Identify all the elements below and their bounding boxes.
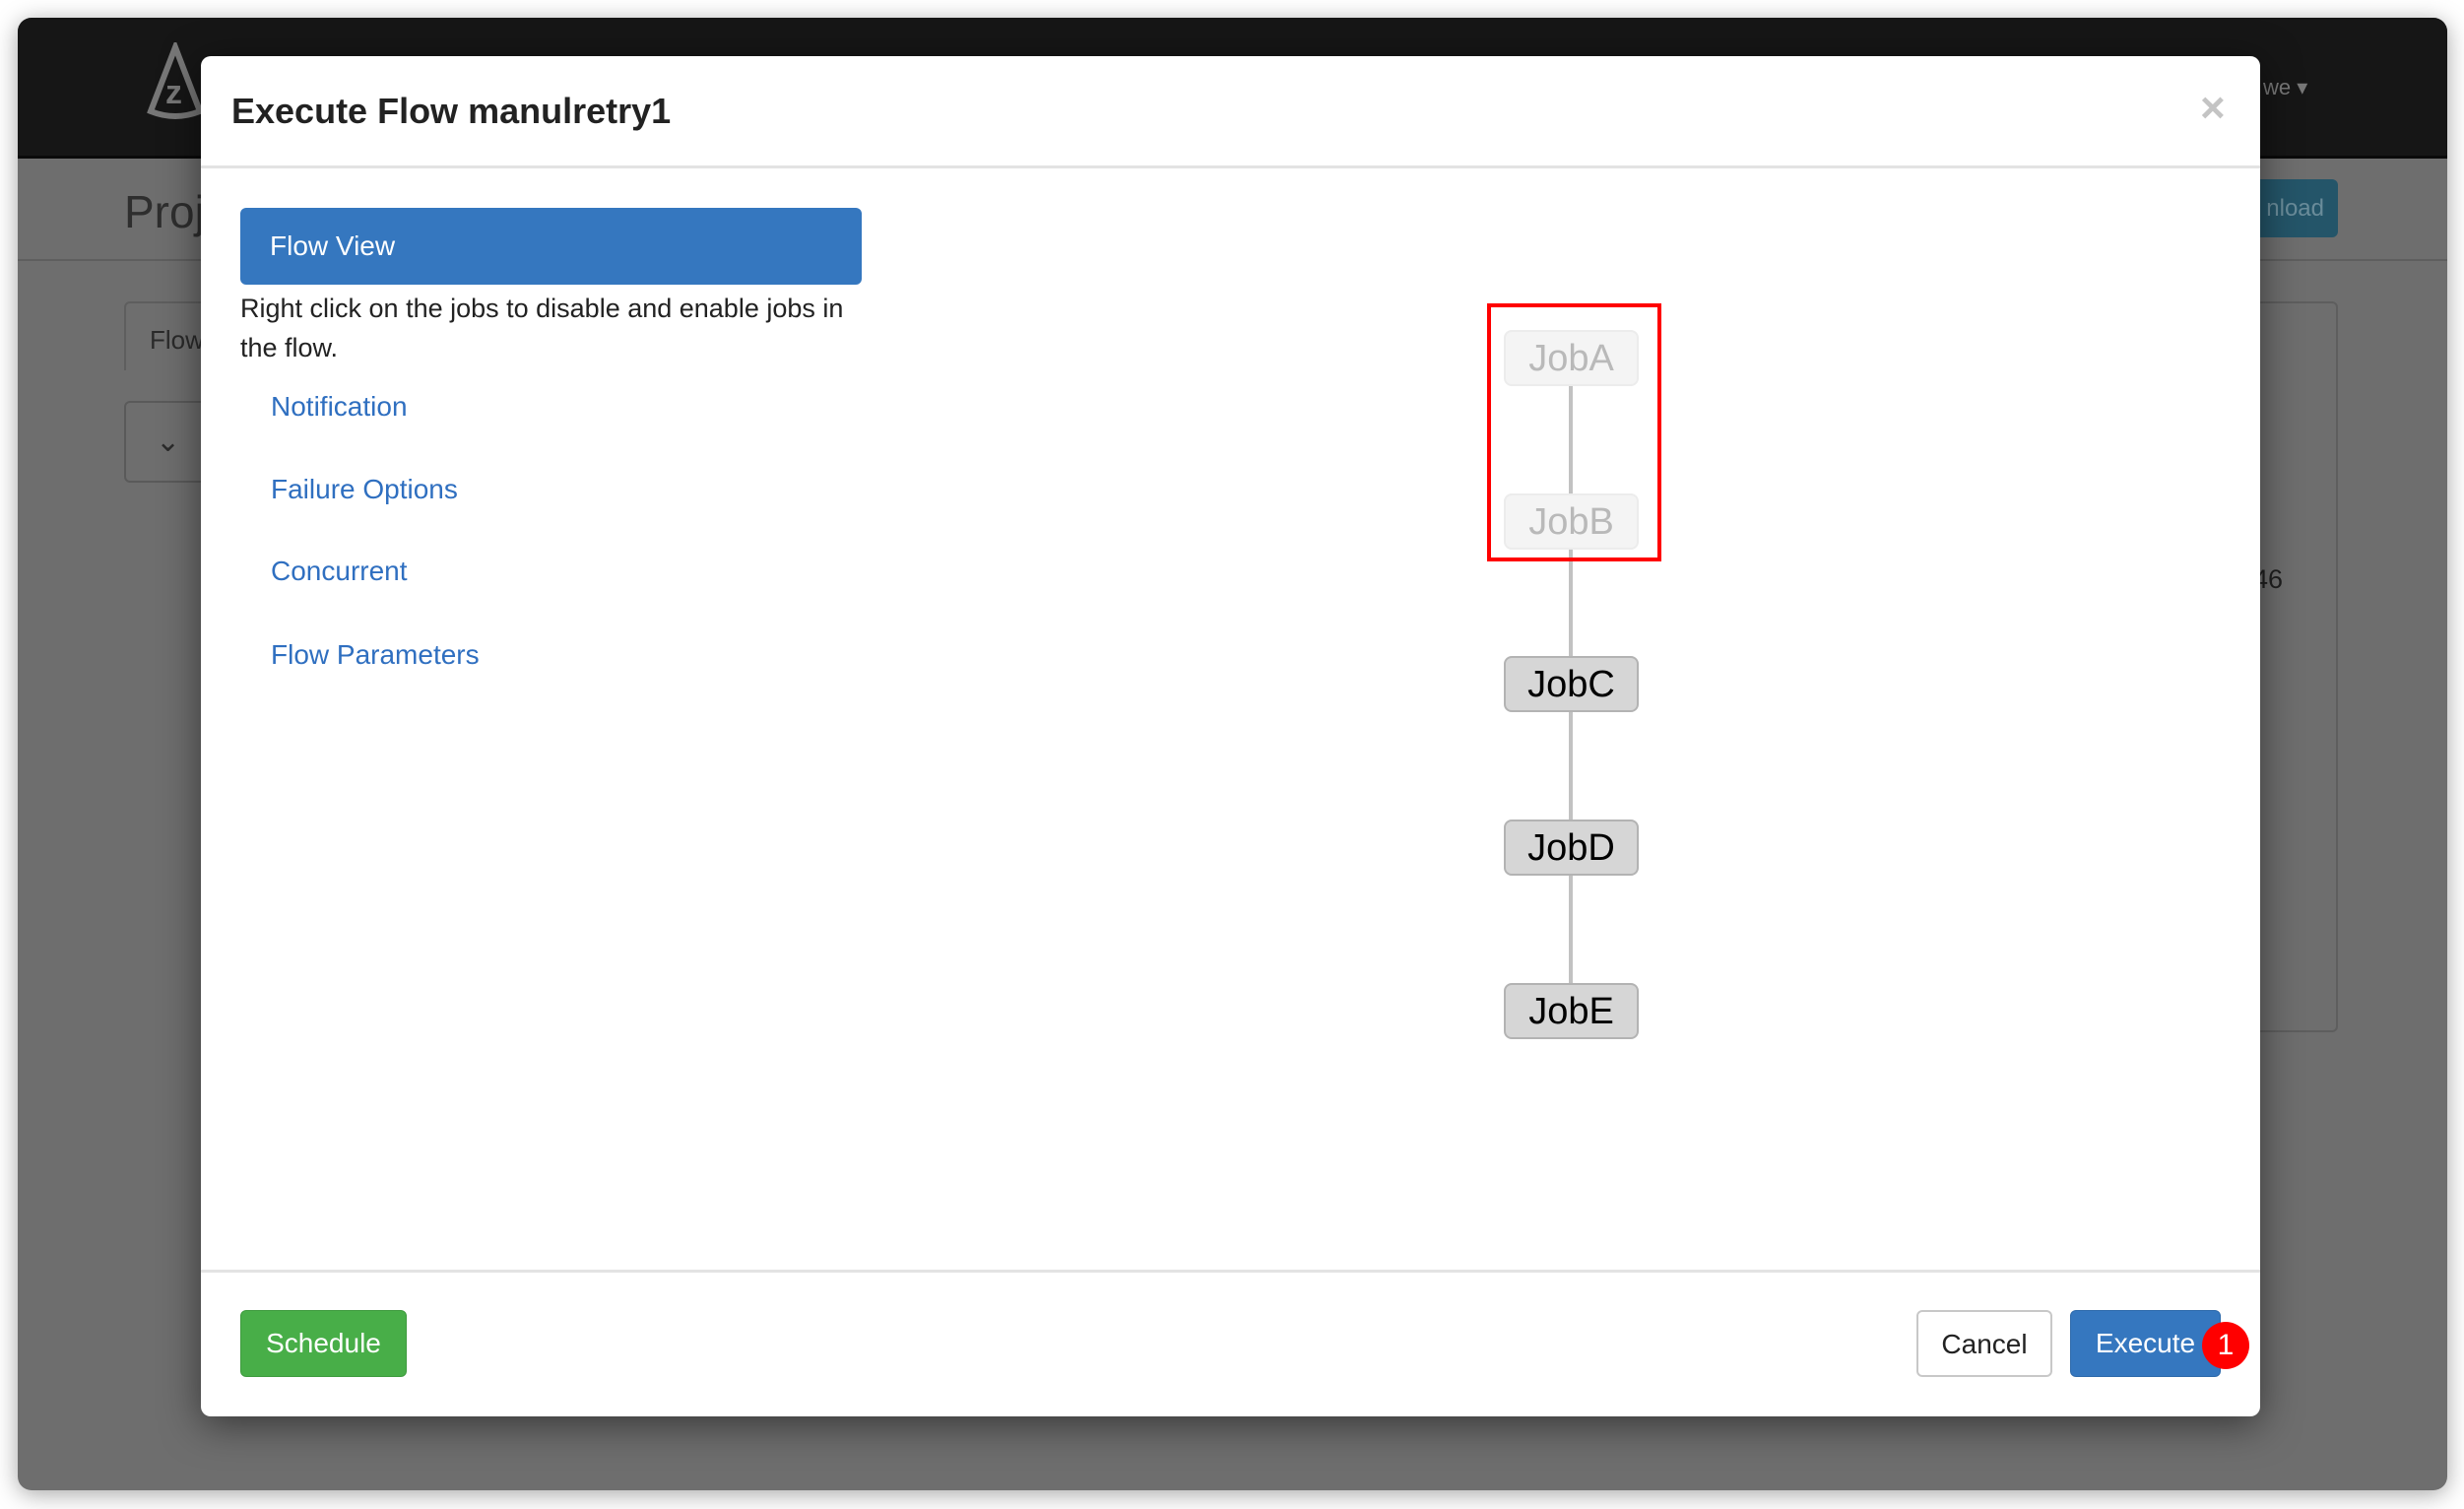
user-menu[interactable]: we ▾	[2263, 75, 2307, 100]
flow-view-hint: Right click on the jobs to disable and e…	[240, 294, 844, 362]
tab-flows[interactable]: Flow	[124, 301, 213, 370]
sidebar-item-concurrent[interactable]: Concurrent	[271, 556, 408, 587]
svg-text:z: z	[165, 74, 182, 111]
cancel-button[interactable]: Cancel	[1916, 1310, 2052, 1377]
job-node-jobd[interactable]: JobD	[1504, 820, 1639, 876]
modal-title: Execute Flow manulretry1	[231, 91, 672, 131]
job-node-jobc[interactable]: JobC	[1504, 656, 1639, 712]
highlight-box	[1487, 303, 1661, 561]
chevron-down-icon: ⌄	[156, 426, 181, 458]
annotation-badge: 1	[2202, 1322, 2249, 1369]
sidebar-item-notification[interactable]: Notification	[271, 391, 408, 423]
execute-flow-modal: Execute Flow manulretry1 × Flow View Rig…	[201, 56, 2260, 1416]
download-button[interactable]: nload	[2247, 179, 2338, 237]
execute-button[interactable]: Execute	[2070, 1310, 2221, 1377]
sidebar-item-failure-options[interactable]: Failure Options	[271, 474, 458, 505]
azkaban-logo-icon[interactable]: z	[141, 42, 210, 121]
schedule-button[interactable]: Schedule	[240, 1310, 407, 1377]
page-title: Proj	[124, 186, 205, 237]
expand-button[interactable]: ⌄	[124, 401, 213, 483]
close-icon[interactable]: ×	[2200, 84, 2226, 133]
sidebar-item-flow-view[interactable]: Flow View	[240, 208, 862, 285]
job-node-jobe[interactable]: JobE	[1504, 983, 1639, 1039]
sidebar-item-flow-parameters[interactable]: Flow Parameters	[271, 639, 480, 671]
footer-divider	[201, 1270, 2260, 1273]
header-divider	[201, 165, 2260, 168]
